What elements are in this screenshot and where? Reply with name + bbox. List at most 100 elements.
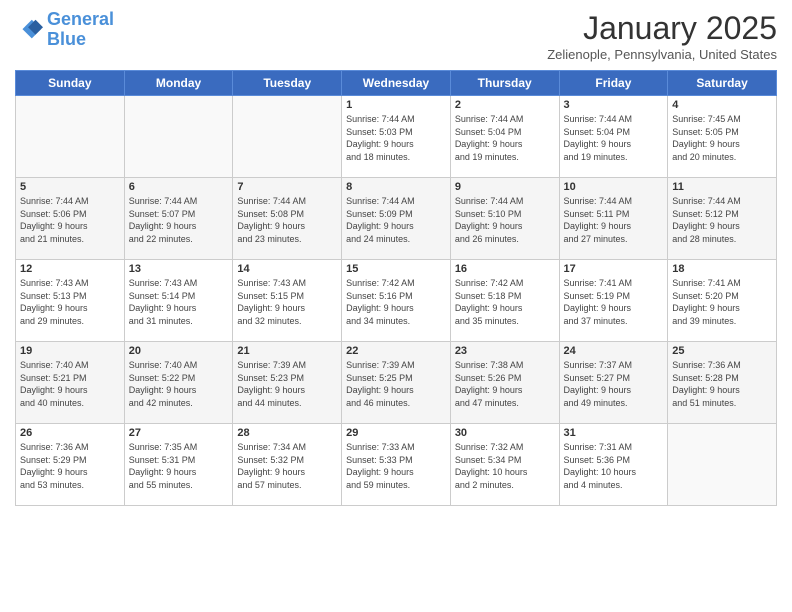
day-number: 10 [564,181,664,193]
day-number: 22 [346,345,446,357]
day-cell: 16 Sunrise: 7:42 AM Sunset: 5:18 PM Dayli… [450,260,559,342]
day-cell: 9 Sunrise: 7:44 AM Sunset: 5:10 PM Daylig… [450,178,559,260]
week-row-5: 26 Sunrise: 7:36 AM Sunset: 5:29 PM Dayli… [16,424,777,506]
day-info: Sunrise: 7:44 AM Sunset: 5:12 PM Dayligh… [672,195,772,245]
day-info: Sunrise: 7:38 AM Sunset: 5:26 PM Dayligh… [455,359,555,409]
day-number: 11 [672,181,772,193]
day-cell: 2Sunrise: 7:44 AM Sunset: 5:04 PM Daylig… [450,96,559,178]
logo-icon [15,16,43,44]
day-cell: 23Sunrise: 7:38 AM Sunset: 5:26 PM Dayli… [450,342,559,424]
day-cell: 18Sunrise: 7:41 AM Sunset: 5:20 PM Dayli… [668,260,777,342]
day-cell: 19Sunrise: 7:40 AM Sunset: 5:21 PM Dayli… [16,342,125,424]
day-cell: 13 Sunrise: 7:43 AM Sunset: 5:14 PM Dayli… [124,260,233,342]
day-info: Sunrise: 7:32 AM Sunset: 5:34 PM Dayligh… [455,441,555,491]
day-cell: 10 Sunrise: 7:44 AM Sunset: 5:11 PM Dayli… [559,178,668,260]
day-number: 3 [564,99,664,111]
day-info: Sunrise: 7:40 AM Sunset: 5:21 PM Dayligh… [20,359,120,409]
day-info: Sunrise: 7:34 AM Sunset: 5:32 PM Dayligh… [237,441,337,491]
day-cell: 15 Sunrise: 7:42 AM Sunset: 5:16 PM Dayli… [342,260,451,342]
day-number: 21 [237,345,337,357]
day-number: 16 [455,263,555,275]
day-cell: 7 Sunrise: 7:44 AM Sunset: 5:08 PM Daylig… [233,178,342,260]
day-info: Sunrise: 7:44 AM Sunset: 5:09 PM Dayligh… [346,195,446,245]
day-cell: 31 Sunrise: 7:31 AM Sunset: 5:36 PM Dayli… [559,424,668,506]
day-number: 1 [346,99,446,111]
day-cell: 8Sunrise: 7:44 AM Sunset: 5:09 PM Daylig… [342,178,451,260]
col-tuesday: Tuesday [233,71,342,96]
day-cell: 14Sunrise: 7:43 AM Sunset: 5:15 PM Dayli… [233,260,342,342]
day-number: 15 [346,263,446,275]
day-number: 30 [455,427,555,439]
day-info: Sunrise: 7:44 AM Sunset: 5:08 PM Dayligh… [237,195,337,245]
day-cell: 17 Sunrise: 7:41 AM Sunset: 5:19 PM Dayli… [559,260,668,342]
day-info: Sunrise: 7:42 AM Sunset: 5:18 PM Dayligh… [455,277,555,327]
day-number: 9 [455,181,555,193]
day-cell [16,96,125,178]
page: General Blue January 2025 Zelienople, Pe… [0,0,792,612]
day-info: Sunrise: 7:40 AM Sunset: 5:22 PM Dayligh… [129,359,229,409]
day-cell: 3Sunrise: 7:44 AM Sunset: 5:04 PM Daylig… [559,96,668,178]
day-cell: 22 Sunrise: 7:39 AM Sunset: 5:25 PM Dayli… [342,342,451,424]
day-info: Sunrise: 7:43 AM Sunset: 5:14 PM Dayligh… [129,277,229,327]
header-row: Sunday Monday Tuesday Wednesday Thursday… [16,71,777,96]
day-cell [124,96,233,178]
day-number: 29 [346,427,446,439]
day-info: Sunrise: 7:39 AM Sunset: 5:23 PM Dayligh… [237,359,337,409]
day-number: 26 [20,427,120,439]
calendar-header: Sunday Monday Tuesday Wednesday Thursday… [16,71,777,96]
day-info: Sunrise: 7:39 AM Sunset: 5:25 PM Dayligh… [346,359,446,409]
day-info: Sunrise: 7:37 AM Sunset: 5:27 PM Dayligh… [564,359,664,409]
month-title: January 2025 [547,10,777,47]
day-number: 7 [237,181,337,193]
day-cell: 25 Sunrise: 7:36 AM Sunset: 5:28 PM Dayli… [668,342,777,424]
day-number: 18 [672,263,772,275]
col-sunday: Sunday [16,71,125,96]
day-cell: 4Sunrise: 7:45 AM Sunset: 5:05 PM Daylig… [668,96,777,178]
day-info: Sunrise: 7:36 AM Sunset: 5:28 PM Dayligh… [672,359,772,409]
logo-text: General Blue [47,10,114,50]
day-number: 25 [672,345,772,357]
calendar-body: 1 Sunrise: 7:44 AM Sunset: 5:03 PM Daylig… [16,96,777,506]
day-number: 13 [129,263,229,275]
col-thursday: Thursday [450,71,559,96]
day-number: 12 [20,263,120,275]
week-row-4: 19Sunrise: 7:40 AM Sunset: 5:21 PM Dayli… [16,342,777,424]
day-cell: 11 Sunrise: 7:44 AM Sunset: 5:12 PM Dayli… [668,178,777,260]
day-info: Sunrise: 7:36 AM Sunset: 5:29 PM Dayligh… [20,441,120,491]
col-saturday: Saturday [668,71,777,96]
day-number: 28 [237,427,337,439]
day-cell: 28 Sunrise: 7:34 AM Sunset: 5:32 PM Dayli… [233,424,342,506]
title-block: January 2025 Zelienople, Pennsylvania, U… [547,10,777,62]
day-cell: 20 Sunrise: 7:40 AM Sunset: 5:22 PM Dayli… [124,342,233,424]
header: General Blue January 2025 Zelienople, Pe… [15,10,777,62]
day-cell [233,96,342,178]
day-info: Sunrise: 7:42 AM Sunset: 5:16 PM Dayligh… [346,277,446,327]
day-cell: 27Sunrise: 7:35 AM Sunset: 5:31 PM Dayli… [124,424,233,506]
day-info: Sunrise: 7:44 AM Sunset: 5:03 PM Dayligh… [346,113,446,163]
day-cell: 5Sunrise: 7:44 AM Sunset: 5:06 PM Daylig… [16,178,125,260]
day-number: 17 [564,263,664,275]
day-info: Sunrise: 7:33 AM Sunset: 5:33 PM Dayligh… [346,441,446,491]
day-info: Sunrise: 7:31 AM Sunset: 5:36 PM Dayligh… [564,441,664,491]
day-cell: 6Sunrise: 7:44 AM Sunset: 5:07 PM Daylig… [124,178,233,260]
day-number: 20 [129,345,229,357]
day-cell: 24Sunrise: 7:37 AM Sunset: 5:27 PM Dayli… [559,342,668,424]
day-info: Sunrise: 7:44 AM Sunset: 5:11 PM Dayligh… [564,195,664,245]
col-monday: Monday [124,71,233,96]
day-info: Sunrise: 7:44 AM Sunset: 5:07 PM Dayligh… [129,195,229,245]
day-cell: 21 Sunrise: 7:39 AM Sunset: 5:23 PM Dayli… [233,342,342,424]
day-info: Sunrise: 7:43 AM Sunset: 5:15 PM Dayligh… [237,277,337,327]
calendar-table: Sunday Monday Tuesday Wednesday Thursday… [15,70,777,506]
day-info: Sunrise: 7:43 AM Sunset: 5:13 PM Dayligh… [20,277,120,327]
day-info: Sunrise: 7:41 AM Sunset: 5:19 PM Dayligh… [564,277,664,327]
logo: General Blue [15,10,114,50]
day-cell: 30 Sunrise: 7:32 AM Sunset: 5:34 PM Dayli… [450,424,559,506]
day-info: Sunrise: 7:44 AM Sunset: 5:10 PM Dayligh… [455,195,555,245]
day-number: 31 [564,427,664,439]
day-info: Sunrise: 7:45 AM Sunset: 5:05 PM Dayligh… [672,113,772,163]
week-row-2: 5Sunrise: 7:44 AM Sunset: 5:06 PM Daylig… [16,178,777,260]
col-wednesday: Wednesday [342,71,451,96]
day-cell: 1 Sunrise: 7:44 AM Sunset: 5:03 PM Daylig… [342,96,451,178]
day-cell: 12 Sunrise: 7:43 AM Sunset: 5:13 PM Dayli… [16,260,125,342]
location: Zelienople, Pennsylvania, United States [547,47,777,62]
